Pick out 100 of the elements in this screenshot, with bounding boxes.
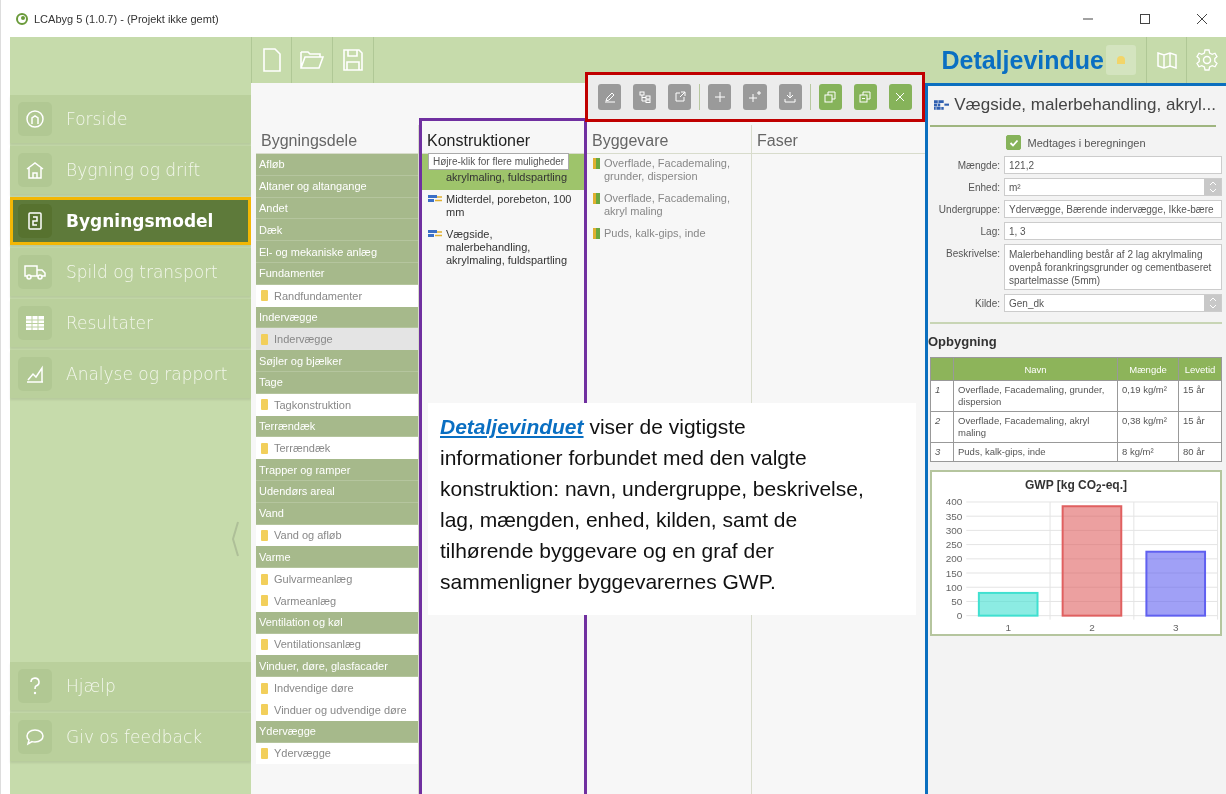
input-field[interactable]: 1, 3 [1004, 222, 1222, 240]
input-field[interactable]: Ydervægge, Bærende indervægge, Ikke-bære [1004, 200, 1222, 218]
dropdown-field[interactable]: Gen_dk [1004, 294, 1222, 312]
table-cell: 3 [930, 442, 954, 462]
category-row[interactable]: Tage [256, 371, 418, 394]
table-cell: 0,19 kg/m² [1117, 380, 1179, 412]
checkbox[interactable] [1006, 135, 1022, 150]
product-item[interactable]: Overflade, Facademaling, grunder, dispersion [587, 154, 751, 189]
detail-window-caption: Detaljevindue [941, 45, 1104, 75]
category-row[interactable]: Fundamenter [256, 263, 418, 285]
folder-tag-icon [261, 529, 268, 541]
nav-item[interactable]: Resultater [10, 299, 251, 347]
book-icon [1156, 51, 1177, 69]
category-row[interactable]: Afløb [256, 154, 418, 176]
dropdown-field[interactable]: m² [1004, 178, 1222, 196]
line-chart-icon [25, 364, 45, 384]
toolbar-button[interactable] [633, 84, 657, 110]
table-header: Navn [953, 357, 1118, 381]
category-row[interactable]: Andet [256, 197, 418, 220]
close-icon[interactable] [1196, 12, 1208, 25]
tree-item[interactable]: Ventilationsanlæg [256, 633, 418, 656]
nav-item[interactable]: Bygning og drift [10, 146, 251, 194]
duplicate-icon [859, 91, 872, 103]
category-row[interactable]: Ydervægge [256, 720, 418, 743]
plus-star-icon [748, 91, 762, 103]
toolbar-button[interactable] [598, 84, 622, 110]
axis-tick-label: 250 [945, 539, 963, 551]
toolbar-button[interactable] [708, 84, 732, 110]
category-row[interactable]: Udendørs areal [256, 480, 418, 503]
table-cell: Puds, kalk-gips, inde [953, 442, 1118, 462]
category-row[interactable]: Indervægge [256, 306, 418, 329]
brick-wall-icon [934, 97, 950, 113]
tree-item[interactable]: Randfundamenter [256, 284, 418, 307]
category-row[interactable]: Ventilation og køl [256, 611, 418, 634]
tree-item[interactable]: Gulvarmeanlæg [256, 568, 418, 590]
field-label: Enhed: [967, 181, 1000, 193]
product-item[interactable]: Puds, kalk-gips, inde [587, 224, 751, 246]
nav-item[interactable]: Hjælp [10, 662, 251, 710]
folder-tag-icon [261, 333, 268, 345]
tree-item[interactable]: Varmeanlæg [256, 589, 418, 612]
toolbar-button[interactable] [818, 84, 842, 110]
folder-icon [300, 50, 324, 70]
axis-tick-label: 400 [945, 496, 963, 508]
nav-item[interactable]: Giv os feedback [10, 713, 251, 761]
collapse-chevron-icon[interactable] [231, 521, 239, 557]
table-cell: 80 år [1178, 442, 1222, 462]
updown-icon [1208, 297, 1217, 309]
category-row[interactable]: Altaner og altangange [256, 175, 418, 198]
checkbox-label: Medtages i beregningen [1027, 136, 1146, 149]
category-row[interactable]: Vinduer, døre, glasfacader [256, 655, 418, 678]
toolbar-button[interactable] [853, 84, 877, 110]
category-row[interactable]: El- og mekaniske anlæg [256, 241, 418, 263]
maximize-icon[interactable] [1139, 12, 1151, 25]
product-icon [593, 228, 600, 239]
tree-item[interactable]: Indvendige døre [256, 677, 418, 699]
axis-tick-label: 0 [956, 610, 963, 622]
axis-tick-label: 2 [1089, 622, 1095, 633]
toolbar-button[interactable] [888, 84, 913, 110]
table-cell: Overflade, Facademaling, grunder, dispersion [953, 380, 1118, 412]
question-icon [29, 676, 41, 696]
nav-item[interactable]: Forside [10, 95, 251, 143]
table-cell: 2 [930, 411, 954, 443]
tree-item[interactable]: Tagkonstruktion [256, 393, 418, 416]
wall-icon [428, 229, 442, 239]
house-icon [25, 160, 45, 180]
tree-item[interactable]: Indervægge [256, 328, 418, 351]
nav-item[interactable]: Bygningsmodel [10, 197, 251, 245]
tree-item[interactable]: Ydervægge [256, 742, 418, 765]
category-row[interactable]: Terrændæk [256, 415, 418, 438]
folder-tag-icon [261, 290, 268, 302]
folder-tag-icon [261, 595, 268, 607]
document-icon [25, 211, 45, 231]
category-row[interactable]: Vand [256, 502, 418, 525]
table-cell: 15 år [1178, 380, 1222, 412]
category-row[interactable]: Søjler og bjælker [256, 350, 418, 372]
copy-icon [824, 91, 837, 103]
nav-item[interactable]: Spild og transport [10, 248, 251, 296]
toolbar-button[interactable] [668, 84, 692, 110]
tree-item[interactable]: Terrændæk [256, 437, 418, 460]
table-header: Mængde [1117, 357, 1179, 381]
input-field[interactable]: 121,2 [1004, 156, 1222, 174]
home-circle-icon [25, 109, 45, 129]
tree-item[interactable]: Vinduer og udvendige døre [256, 698, 418, 721]
category-row[interactable]: Trapper og ramper [256, 459, 418, 481]
construction-item[interactable]: Vægside, malerbehandling, akrylmaling, fuldspartling [422, 225, 584, 273]
text-area[interactable]: Malerbehandling består af 2 lag akrylmaling ovenpå forankringsgrunder og cementbaseret spartelmasse (5mm) [1004, 244, 1222, 290]
tree-item[interactable]: Vand og afløb [256, 524, 418, 547]
category-row[interactable]: Varme [256, 546, 418, 569]
wall-icon [428, 194, 442, 204]
axis-tick-label: 1 [1005, 622, 1011, 633]
folder-tag-icon [261, 399, 268, 411]
toolbar-button[interactable] [743, 84, 767, 110]
category-row[interactable]: Dæk [256, 219, 418, 242]
link[interactable]: Detaljevinduet [440, 415, 584, 438]
check-icon [1009, 137, 1019, 148]
folder-tag-icon [261, 573, 268, 585]
nav-item[interactable]: Analyse og rapport [10, 350, 251, 398]
construction-item[interactable]: Midterdel, porebeton, 100 mm [422, 190, 584, 225]
product-item[interactable]: Overflade, Facademaling, akryl maling [587, 189, 751, 224]
toolbar-button[interactable] [778, 84, 802, 110]
